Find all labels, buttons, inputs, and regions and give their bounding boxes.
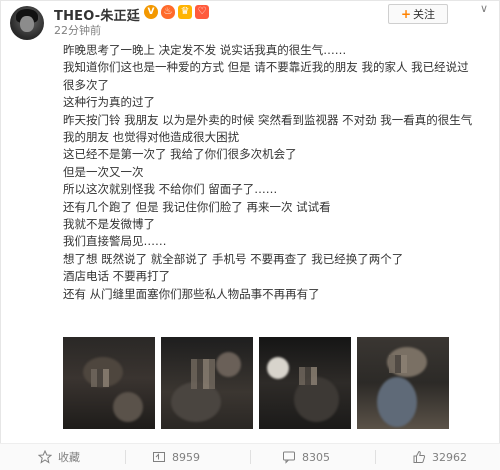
divider <box>375 450 376 464</box>
repost-button[interactable]: 8959 <box>152 444 200 470</box>
plus-icon: + <box>400 7 412 21</box>
repost-count: 8959 <box>172 450 200 464</box>
photo-grid <box>63 337 449 429</box>
avatar-face <box>20 16 34 32</box>
photo-thumbnail-3[interactable] <box>259 337 351 429</box>
collect-label: 收藏 <box>58 451 80 464</box>
crown-icon[interactable]: ♛ <box>178 5 192 19</box>
post-text-line: 还有几个跑了 但是 我记住你们脸了 再来一次 试试看 <box>63 199 331 214</box>
post-text: 昨晚思考了一晚上 决定发不发 说实话我真的很生气…… 我知道你们这也是一种爱的方式… <box>63 42 493 303</box>
fire-icon[interactable]: ♨ <box>161 5 175 19</box>
star-icon <box>38 450 52 464</box>
post-text-line: 我就不是发微博了 <box>63 217 155 232</box>
like-button[interactable]: 32962 <box>412 444 467 470</box>
thumbs-up-icon <box>413 450 426 463</box>
post-text-line: 我知道你们这也是一种爱的方式 但是 请不要靠近我的朋友 我的家人 我已经说过 <box>63 60 469 75</box>
post-timestamp[interactable]: 22分钟前 <box>54 22 101 38</box>
follow-label: 关注 <box>413 8 436 21</box>
photo-thumbnail-1[interactable] <box>63 337 155 429</box>
photo-thumbnail-4[interactable] <box>357 337 449 429</box>
verified-icon[interactable]: V <box>144 5 158 19</box>
gift-icon[interactable]: ♡ <box>195 5 209 19</box>
photo-thumbnail-2[interactable] <box>161 337 253 429</box>
post-text-line: 这已经不是第一次了 我给了你们很多次机会了 <box>63 147 297 162</box>
comment-button[interactable]: 8305 <box>282 444 330 470</box>
post-action-bar: 收藏 8959 8305 32962 <box>0 443 500 470</box>
user-badges: V ♨ ♛ ♡ <box>144 5 209 19</box>
collect-button[interactable]: 收藏 <box>38 444 80 470</box>
like-count: 32962 <box>432 450 467 464</box>
divider <box>250 450 251 464</box>
post-text-line: 昨晚思考了一晚上 决定发不发 说实话我真的很生气…… <box>63 43 347 57</box>
comment-count: 8305 <box>302 450 330 464</box>
post-text-line: 酒店电话 不要再打了 <box>63 269 171 284</box>
chevron-down-icon[interactable]: ∨ <box>477 2 491 16</box>
post-text-line: 昨天按门铃 我朋友 以为是外卖的时候 突然看到监视器 不对劲 我一看真的很生气 <box>63 112 473 127</box>
post-text-line: 我的朋友 也觉得对他造成很大困扰 <box>63 130 240 145</box>
post-text-line: 还有 从门缝里面塞你们那些私人物品事不再再有了 <box>63 286 320 301</box>
comment-icon <box>283 451 295 464</box>
follow-button[interactable]: + 关注 <box>388 4 448 24</box>
avatar[interactable] <box>10 6 44 40</box>
post-text-line: 这种行为真的过了 <box>63 95 155 110</box>
post-text-line: 但是一次又一次 <box>63 164 144 179</box>
divider <box>125 450 126 464</box>
post-text-line: 所以这次就别怪我 不给你们 留面子了…… <box>63 182 278 197</box>
repost-icon <box>153 452 165 462</box>
post-text-line: 想了想 既然说了 就全部说了 手机号 不要再查了 我已经换了两个了 <box>63 251 404 266</box>
post-text-line: 很多次了 <box>63 77 109 92</box>
post-text-line: 我们直接警局见…… <box>63 234 167 249</box>
